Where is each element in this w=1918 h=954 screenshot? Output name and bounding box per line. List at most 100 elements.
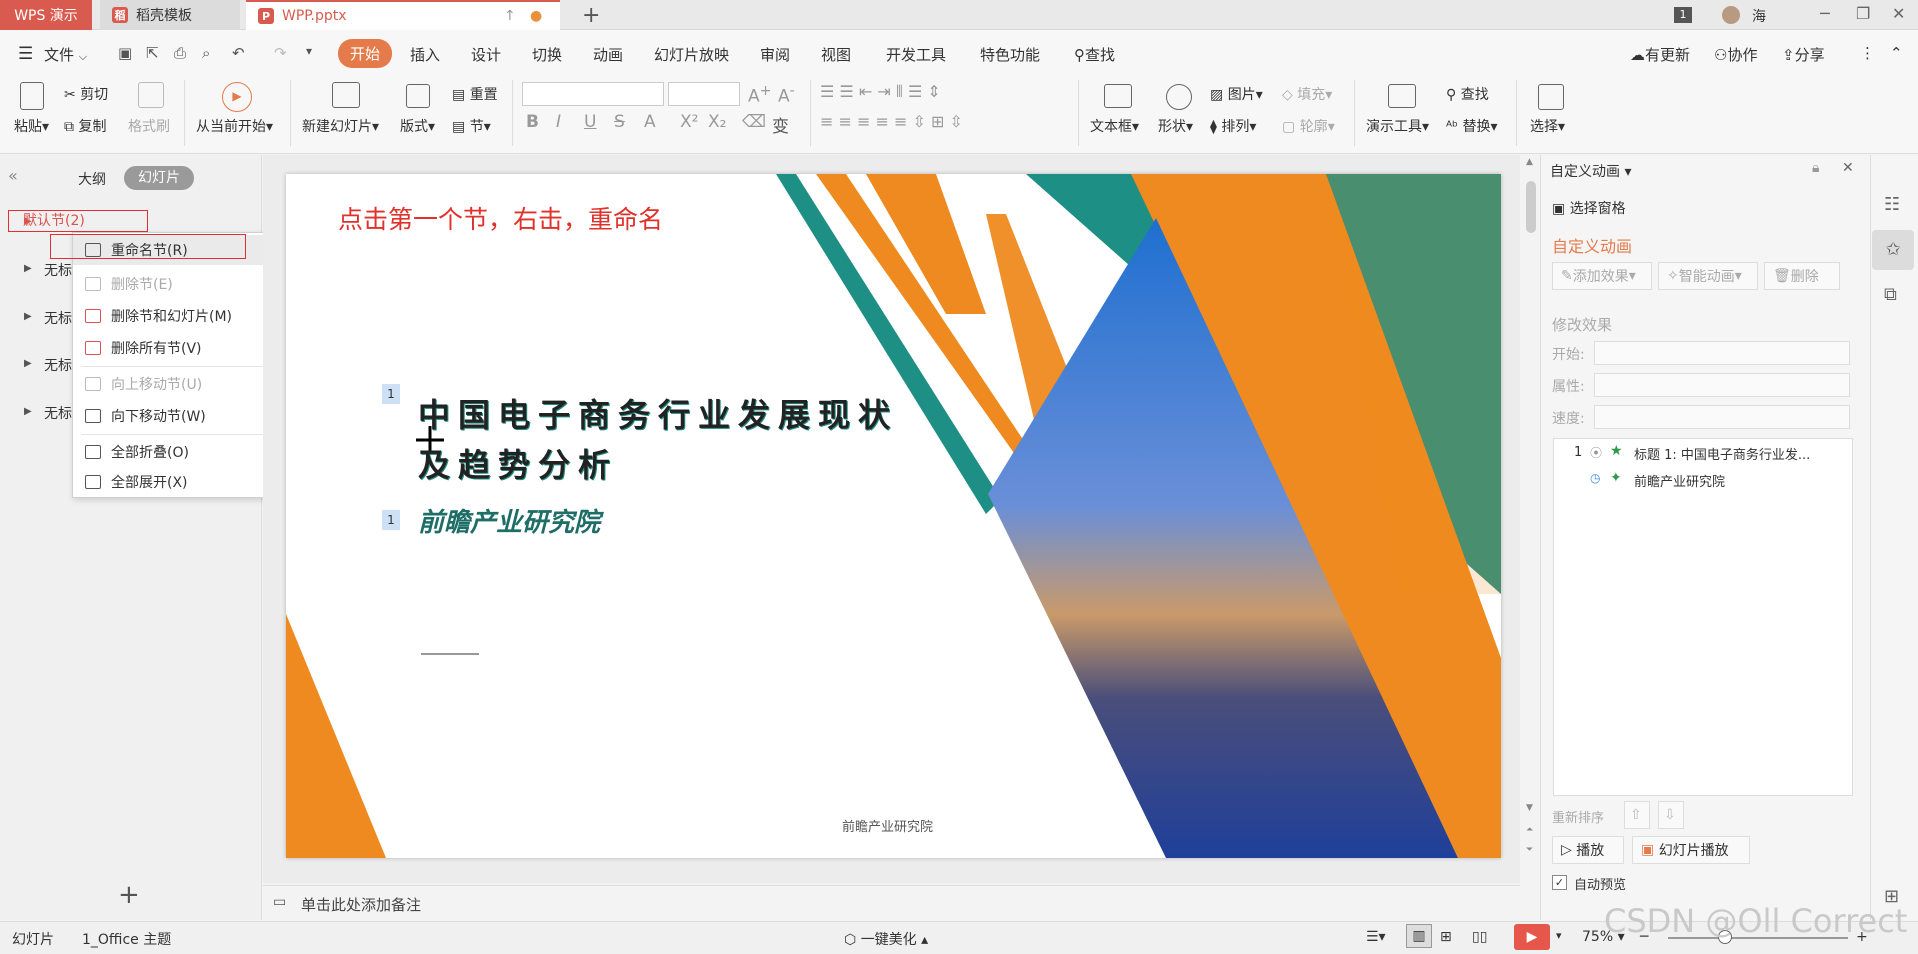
print-icon[interactable]: ⎙ [174,44,186,62]
font-grow-icon[interactable]: A+ [748,83,772,107]
redo-icon[interactable]: ↷ [274,44,287,62]
avatar[interactable] [1722,6,1740,24]
hamburger-icon[interactable]: ☰ [18,44,33,64]
collapse-panel-icon[interactable]: « [8,166,18,185]
expand-triangle-icon[interactable]: ▶ [24,406,32,417]
speed-combo[interactable] [1594,405,1850,429]
font-size-combo[interactable] [668,82,740,106]
replace-button[interactable]: ᴬᵇ 替换▾ [1446,116,1498,136]
pane-header[interactable]: 自定义动画 ▾ [1550,161,1631,181]
ctx-expand-all[interactable]: 全部展开(X) [73,467,283,497]
menu-tab-view[interactable]: 视图 [821,44,851,65]
menu-tab-start[interactable]: 开始 [338,39,393,68]
file-tab[interactable]: P WPP.pptx ↑ ● [246,0,560,30]
expand-triangle-icon[interactable]: ▶ [24,311,32,322]
notes-area[interactable]: ▭ 单击此处添加备注 [263,885,1520,921]
export-icon[interactable]: ⇱ [146,44,159,62]
menu-tab-transition[interactable]: 切换 [532,44,562,65]
font-shrink-icon[interactable]: A- [778,83,795,107]
undo-icon[interactable]: ↶ [232,44,245,62]
textbox-button[interactable]: 文本框▾ [1090,116,1139,136]
move-down-button[interactable]: ⇩ [1658,801,1684,829]
transition-icon[interactable]: ⧉ [1884,284,1897,305]
save-icon[interactable]: ▣ [118,44,132,62]
restore-icon[interactable]: ❐ [1856,4,1870,23]
tab-slides[interactable]: 幻灯片 [124,166,194,190]
slideshow-play-icon[interactable]: ▶ [1514,924,1550,950]
settings-sliders-icon[interactable]: ☷ [1884,194,1900,215]
copy-button[interactable]: ⧉ 复制 [64,116,106,136]
ctx-move-up[interactable]: 向上移动节(U) [73,369,283,399]
cut-button[interactable]: ✂ 剪切 [64,84,108,104]
paste-button[interactable]: 粘贴▾ [14,116,49,136]
shape-button[interactable]: 形状▾ [1158,116,1193,136]
scroll-down-icon[interactable]: ▼ [1526,803,1533,813]
ctx-delete-section-slides[interactable]: 删除节和幻灯片(M) [73,301,283,331]
beautify-button[interactable]: ⬡ 一键美化 ▴ [844,929,928,949]
find-button[interactable]: ⚲ 查找 [1446,84,1489,104]
move-up-button[interactable]: ⇧ [1624,801,1650,829]
section-untitled[interactable]: 无标 [44,355,72,375]
search-menu[interactable]: ⚲查找 [1074,44,1115,65]
menu-tab-special[interactable]: 特色功能 [980,44,1040,65]
section-untitled[interactable]: 无标 [44,260,72,280]
change-case-icon[interactable]: 变 [772,112,789,137]
delete-button[interactable]: 🗑︎ 删除 [1764,262,1840,290]
scroll-up-icon[interactable]: ▲ [1526,157,1533,167]
share-button[interactable]: ⇪分享 [1782,44,1825,65]
property-combo[interactable] [1594,373,1850,397]
collapse-ribbon-icon[interactable]: ⌃ [1890,44,1903,62]
italic-icon[interactable]: I [556,112,561,132]
menu-tab-insert[interactable]: 插入 [410,44,440,65]
expand-triangle-icon[interactable]: ▶ [24,216,32,227]
minimize-icon[interactable]: ─ [1820,4,1830,23]
arrange-button[interactable]: ⧫ 排列▾ [1210,116,1256,136]
slideshow-button[interactable]: ▣ 幻灯片播放 [1632,836,1750,864]
expand-triangle-icon[interactable]: ▶ [24,263,32,274]
fill-button[interactable]: ◇ 填充▾ [1282,84,1332,104]
tab-outline[interactable]: 大纲 [78,169,106,189]
template-tab[interactable]: 稻稻壳模板 [100,0,240,30]
update-button[interactable]: ☁有更新 [1630,44,1690,65]
quick-access-dropdown-icon[interactable]: ▾ [306,44,312,58]
smart-anim-button[interactable]: ✧ 智能动画 ▾ [1658,262,1758,290]
outline-button[interactable]: ▢ 轮廓▾ [1282,116,1335,136]
present-tools-button[interactable]: 演示工具▾ [1366,116,1429,136]
page-badge[interactable]: 1 [1674,7,1692,23]
upload-icon[interactable]: ↑ [504,8,516,24]
strikethrough-icon[interactable]: S [614,112,625,132]
close-icon[interactable]: ✕ [1842,160,1854,176]
from-current-button[interactable]: 从当前开始▾ [196,116,273,136]
slide-title[interactable]: 中国电子商务行业发展现状 及趋势分析 [418,390,938,490]
prev-slide-icon[interactable]: ⏶ [1526,825,1533,835]
slide[interactable]: 点击第一个节，右击，重命名 1 中国电子商务行业发展现状 及趋势分析 1 前瞻产… [286,174,1501,858]
expand-triangle-icon[interactable]: ▶ [24,358,32,369]
slideshow-dropdown-icon[interactable]: ▾ [1556,929,1562,942]
close-icon[interactable]: ✕ [1892,4,1905,23]
more-icon[interactable]: ⋮ [1860,44,1875,62]
menu-tab-review[interactable]: 审阅 [760,44,790,65]
normal-view-icon[interactable]: ▥ [1406,924,1432,948]
select-button[interactable]: 选择▾ [1530,116,1565,136]
canvas-scrollbar[interactable]: ▲ ▼ ⏶ ⏷ [1524,155,1538,883]
add-effect-button[interactable]: ✎ 添加效果 ▾ [1552,262,1652,290]
superscript-icon[interactable]: X² [680,112,698,132]
ctx-delete-section[interactable]: 删除节(E) [73,269,283,299]
slide-subtitle[interactable]: 前瞻产业研究院 [418,502,600,539]
eraser-icon[interactable]: ⌫ [742,112,766,132]
reading-view-icon[interactable]: ▯▯ [1472,929,1487,945]
ctx-collapse-all[interactable]: 全部折叠(O) [73,437,283,467]
reset-button[interactable]: ▤ 重置 [452,84,498,104]
play-button[interactable]: ▷ 播放 [1552,836,1624,864]
layout-button[interactable]: 版式▾ [400,116,435,136]
slide-sorter-icon[interactable]: ⊞ [1440,929,1452,945]
preview-icon[interactable]: ⌕ [202,44,210,62]
menu-tab-animation[interactable]: 动画 [593,44,623,65]
ctx-delete-all-sections[interactable]: 删除所有节(V) [73,333,283,363]
start-combo[interactable] [1594,341,1850,365]
section-button[interactable]: ▤ 节▾ [452,116,491,136]
font-name-combo[interactable] [522,82,664,106]
animation-item[interactable]: 前瞻产业研究院 [1634,471,1725,490]
animation-star-icon[interactable]: ✩ [1872,230,1914,270]
auto-preview-checkbox[interactable]: ✓ [1552,875,1567,890]
